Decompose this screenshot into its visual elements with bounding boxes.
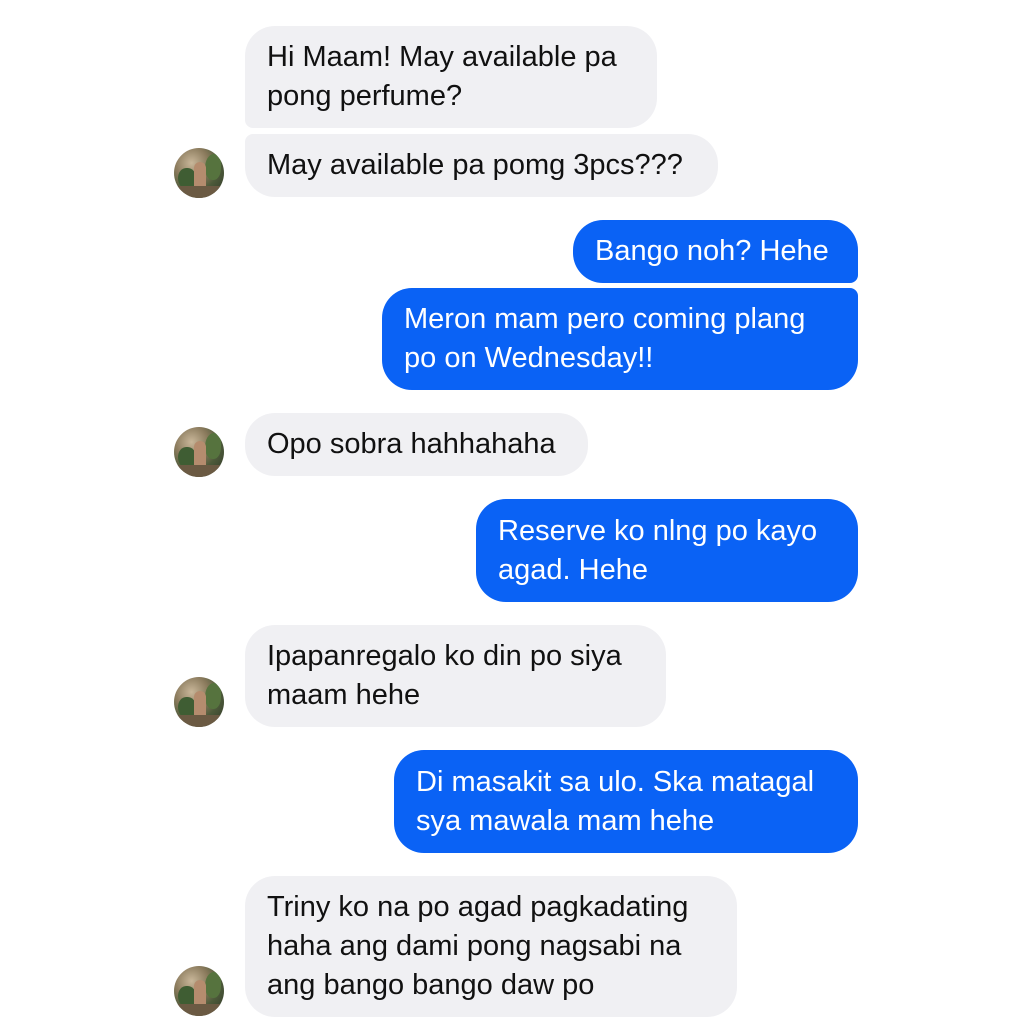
avatar-leaf-shape [205, 683, 221, 709]
avatar-ground-shape [174, 465, 224, 477]
incoming-message-bubble[interactable]: Ipapanregalo ko din po siya maam hehe [245, 625, 666, 727]
incoming-message-bubble[interactable]: Hi Maam! May available pa pong perfume? [245, 26, 657, 128]
avatar-leaf-shape [205, 154, 221, 180]
avatar-ground-shape [174, 715, 224, 727]
avatar-ground-shape [174, 186, 224, 198]
incoming-message-bubble[interactable]: Opo sobra hahhahaha [245, 413, 588, 476]
avatar-ground-shape [174, 1004, 224, 1016]
outgoing-message-bubble[interactable]: Meron mam pero coming plang po on Wednes… [382, 288, 858, 390]
sender-avatar-icon[interactable] [174, 148, 224, 198]
avatar-leaf-shape [205, 433, 221, 459]
outgoing-message-bubble[interactable]: Bango noh? Hehe [573, 220, 858, 283]
outgoing-message-bubble[interactable]: Di masakit sa ulo. Ska matagal sya mawal… [394, 750, 858, 853]
incoming-message-bubble[interactable]: May available pa pomg 3pcs??? [245, 134, 718, 197]
outgoing-message-bubble[interactable]: Reserve ko nlng po kayo agad. Hehe [476, 499, 858, 602]
sender-avatar-icon[interactable] [174, 427, 224, 477]
avatar-leaf-shape [205, 972, 221, 998]
incoming-message-bubble[interactable]: Triny ko na po agad pagkadating haha ang… [245, 876, 737, 1017]
sender-avatar-icon[interactable] [174, 677, 224, 727]
sender-avatar-icon[interactable] [174, 966, 224, 1016]
